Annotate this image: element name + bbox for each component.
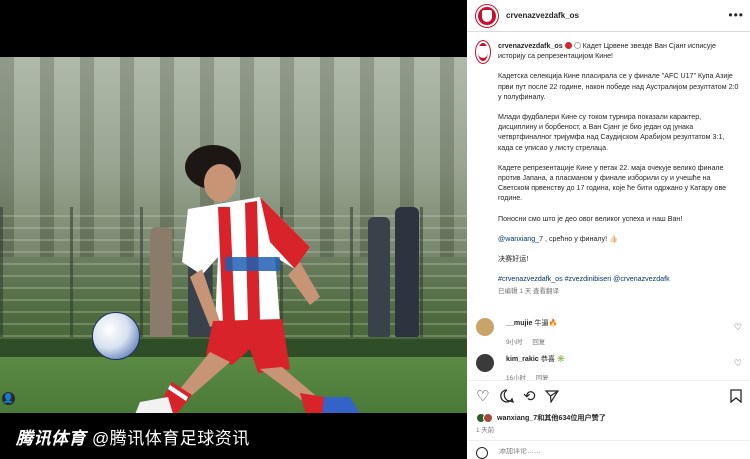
mention-link[interactable]: @wanxiang_7 [498,235,543,243]
football [92,312,140,360]
like-icon[interactable]: ♡ [476,389,489,404]
caption-meta: 已编辑 1 天 查看翻译 [498,287,741,297]
caption-username[interactable]: crvenazvezdafk_os [498,42,563,50]
caption-area: crvenazvezdafk_os Кадет Црвене звезде Ва… [467,33,750,308]
comment-like-icon[interactable]: ♡ [734,358,742,369]
comment-like-icon[interactable]: ♡ [734,322,742,333]
caption-avatar[interactable] [476,41,490,63]
caption-text: crvenazvezdafk_os Кадет Црвене звезде Ва… [498,41,741,298]
red-circle-icon [564,42,572,49]
add-comment-bar [467,440,750,459]
spectator [395,207,419,337]
comment-input[interactable] [499,448,699,455]
post-header: crvenazvezdafk_os ••• [467,0,750,32]
caption-paragraph: 决赛好运! [498,255,529,264]
caption-mention-line: @wanxiang_7 , срећно у финалу! 👍🏻 [498,234,741,244]
watermark-handle: @腾讯体育足球资讯 [92,429,250,448]
comment: kim_rakic 恭喜 ✳️ 16小时 回复 ♡ [476,354,746,382]
avatar[interactable] [476,354,494,372]
caption-paragraph: Кадете репрезентације Кине у петак 22. м… [498,163,727,203]
comment-body: __mujie 牛逼🔥 9小时 回复 [506,318,746,346]
repost-icon[interactable]: ⟲ [523,389,536,404]
reply-button[interactable]: 回复 [532,339,545,346]
liker-avatar [483,413,493,423]
post-side-panel: crvenazvezdafk_os ••• crvenazvezdafk_os … [467,0,750,459]
caption-paragraph: Поносни смо што је део овог великог успе… [498,214,683,223]
comment-body: kim_rakic 恭喜 ✳️ 16小时 回复 [506,354,746,382]
caption: crvenazvezdafk_os Кадет Црвене звезде Ва… [476,41,741,298]
caption-time: 1 天 [519,288,532,296]
avatar[interactable] [476,4,498,27]
caption-paragraph: Млади фудбалери Кине су током турнира по… [498,113,725,152]
likes-summary[interactable]: wanxiang_7和其他634位用户赞了 [476,413,606,423]
avatar[interactable] [476,318,494,336]
comment-username[interactable]: __mujie [506,319,532,327]
share-icon[interactable] [544,389,560,406]
comment-icon[interactable] [500,389,515,406]
tagged-user-icon[interactable]: 👤 [2,392,15,405]
comment-text: 恭喜 ✳️ [540,355,566,363]
emoji-icon[interactable] [476,447,488,459]
mention-tail: , срећно у финалу! 👍🏻 [543,234,618,243]
action-bar: ♡ ⟲ [467,380,750,414]
football-player [135,145,360,413]
comment: __mujie 牛逼🔥 9小时 回复 ♡ [476,318,746,346]
post-time: 1 天前 [476,427,495,434]
club-crest-icon [478,46,488,58]
comment-text: 牛逼🔥 [534,319,558,327]
hashtags[interactable]: #crvenazvezdafk_os #zvezdinibiseri @crve… [498,274,741,284]
likes-text: wanxiang_7和其他634位用户赞了 [497,414,606,422]
translate-link[interactable]: 查看翻译 [533,288,559,295]
comment-meta: 9小时 回复 [506,337,746,346]
comment-time: 9小时 [506,339,523,346]
white-circle-icon [573,42,581,49]
more-options-icon[interactable]: ••• [728,8,744,22]
post-media: 👤 腾讯体育 @腾讯体育足球资讯 [0,0,467,459]
watermark: 腾讯体育 @腾讯体育足球资讯 [16,424,250,449]
save-icon[interactable] [730,389,742,406]
caption-paragraph: Кадетска селекција Кине пласирала се у ф… [498,72,739,101]
caption-paragraph: crvenazvezdafk_os Кадет Црвене звезде Ва… [498,41,741,61]
watermark-brand: 腾讯体育 [16,429,86,448]
club-crest-icon [482,9,492,22]
edited-label: 已编辑 [498,288,518,296]
comment-username[interactable]: kim_rakic [506,355,539,363]
post-photo[interactable] [0,57,467,413]
header-username[interactable]: crvenazvezdafk_os [506,11,579,20]
